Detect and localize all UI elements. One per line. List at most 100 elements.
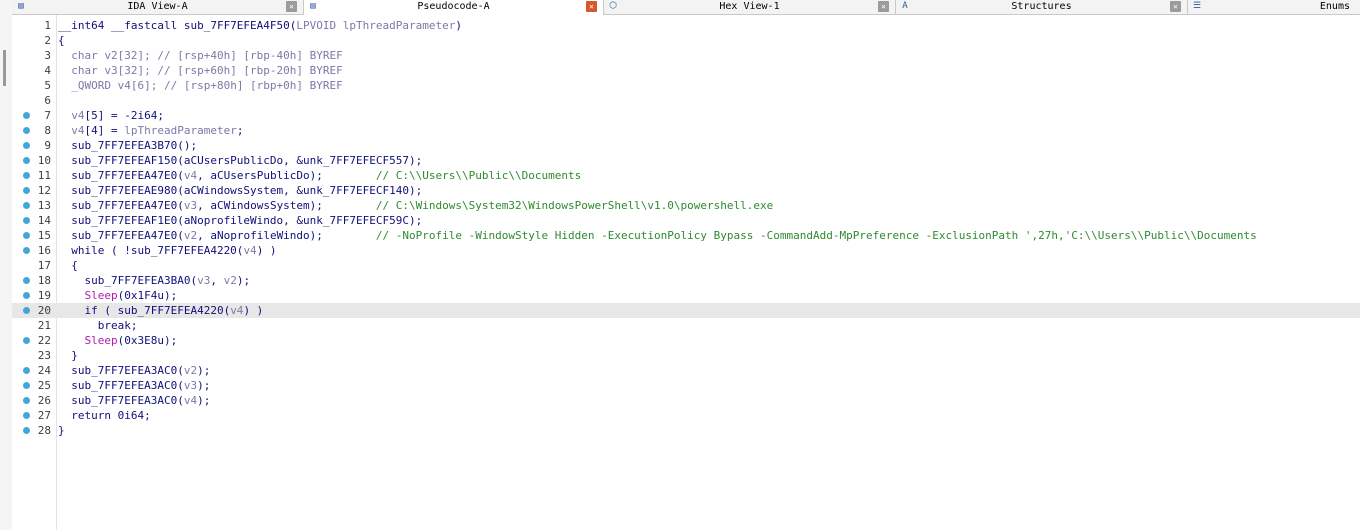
- code-text: _QWORD v4[6]; // [rsp+80h] [rbp+0h] BYRE…: [58, 79, 343, 92]
- line-number: 10: [37, 154, 51, 167]
- code-line[interactable]: 20 if ( sub_7FF7EFEA4220(v4) ): [12, 303, 1360, 318]
- code-line[interactable]: 28}: [12, 423, 1360, 438]
- tab-hex-view[interactable]: ⬡ Hex View-1 ✕: [604, 0, 896, 14]
- code-text: Sleep(0x1F4u);: [84, 289, 178, 302]
- tab-bar: ▤ IDA View-A ✕ ▤ Pseudocode-A ✕ ⬡ Hex Vi…: [12, 0, 1360, 15]
- code-text: sub_7FF7EFEA47E0(v4, aCUsersPublicDo); /…: [58, 169, 582, 182]
- line-number: 19: [37, 289, 51, 302]
- code-line[interactable]: 8 v4[4] = lpThreadParameter;: [12, 123, 1360, 138]
- line-number: 6: [44, 94, 51, 107]
- line-number: 1: [44, 19, 51, 32]
- code-text: sub_7FF7EFEA3AC0(v4);: [58, 394, 211, 407]
- line-number: 16: [37, 244, 51, 257]
- code-line[interactable]: 11 sub_7FF7EFEA47E0(v4, aCUsersPublicDo)…: [12, 168, 1360, 183]
- tab-pseudocode[interactable]: ▤ Pseudocode-A ✕: [304, 0, 604, 15]
- code-line[interactable]: 5 _QWORD v4[6]; // [rsp+80h] [rbp+0h] BY…: [12, 78, 1360, 93]
- code-line[interactable]: 18 sub_7FF7EFEA3BA0(v3, v2);: [12, 273, 1360, 288]
- code-text: sub_7FF7EFEAE980(aCWindowsSystem, &unk_7…: [58, 184, 423, 197]
- code-text: return 0i64;: [58, 409, 151, 422]
- line-number: 18: [37, 274, 51, 287]
- code-text: {: [58, 34, 65, 47]
- code-line[interactable]: 25 sub_7FF7EFEA3AC0(v3);: [12, 378, 1360, 393]
- code-line[interactable]: 3 char v2[32]; // [rsp+40h] [rbp-40h] BY…: [12, 48, 1360, 63]
- line-number: 28: [37, 424, 51, 437]
- line-number: 24: [37, 364, 51, 377]
- code-line[interactable]: 2{: [12, 33, 1360, 48]
- tab-structures[interactable]: A Structures ✕: [896, 0, 1188, 14]
- tab-ida-view[interactable]: ▤ IDA View-A ✕: [12, 0, 304, 14]
- tab-label: Pseudocode-A: [417, 1, 490, 12]
- code-line[interactable]: 14 sub_7FF7EFEAF1E0(aNoprofileWindo, &un…: [12, 213, 1360, 228]
- code-text: __int64 __fastcall sub_7FF7EFEA4F50(LPVO…: [58, 19, 462, 32]
- code-line[interactable]: 22 Sleep(0x3E8u);: [12, 333, 1360, 348]
- close-icon[interactable]: ✕: [586, 1, 597, 12]
- tab-label: IDA View-A: [127, 1, 188, 12]
- code-text: v4[4] = lpThreadParameter;: [71, 124, 244, 137]
- tab-label: Enums: [1319, 1, 1350, 12]
- code-text: }: [58, 349, 78, 362]
- code-line[interactable]: 9 sub_7FF7EFEA3B70();: [12, 138, 1360, 153]
- code-text: break;: [58, 319, 138, 332]
- code-text: sub_7FF7EFEA3AC0(v3);: [58, 379, 211, 392]
- tab-label: Structures: [1011, 1, 1072, 12]
- line-number: 2: [44, 34, 51, 47]
- code-text: {: [58, 259, 78, 272]
- code-line[interactable]: 26 sub_7FF7EFEA3AC0(v4);: [12, 393, 1360, 408]
- line-number: 3: [44, 49, 51, 62]
- code-text: while ( !sub_7FF7EFEA4220(v4) ): [58, 244, 277, 257]
- code-text: char v3[32]; // [rsp+60h] [rbp-20h] BYRE…: [58, 64, 343, 77]
- line-number: 12: [37, 184, 51, 197]
- line-number: 15: [37, 229, 51, 242]
- line-number: 21: [37, 319, 51, 332]
- line-number: 23: [37, 349, 51, 362]
- line-number: 9: [44, 139, 51, 152]
- line-number: 7: [44, 109, 51, 122]
- line-number: 8: [44, 124, 51, 137]
- line-number: 26: [37, 394, 51, 407]
- code-text: sub_7FF7EFEA3AC0(v2);: [58, 364, 211, 377]
- code-text: sub_7FF7EFEAF1E0(aNoprofileWindo, &unk_7…: [58, 214, 423, 227]
- line-number: 11: [37, 169, 51, 182]
- code-text: sub_7FF7EFEA47E0(v2, aNoprofileWindo); /…: [58, 229, 1257, 242]
- code-line[interactable]: 6: [12, 93, 1360, 108]
- tab-label: Hex View-1: [719, 1, 780, 12]
- line-number: 25: [37, 379, 51, 392]
- line-number: 4: [44, 64, 51, 77]
- line-number: 22: [37, 334, 51, 347]
- code-line[interactable]: 19 Sleep(0x1F4u);: [12, 288, 1360, 303]
- code-line[interactable]: 1 __int64 __fastcall sub_7FF7EFEA4F50(LPV…: [12, 18, 1360, 33]
- line-number: 20: [37, 304, 51, 317]
- code-line[interactable]: 27 return 0i64;: [12, 408, 1360, 423]
- code-line[interactable]: 12 sub_7FF7EFEAE980(aCWindowsSystem, &un…: [12, 183, 1360, 198]
- code-text: sub_7FF7EFEA47E0(v3, aCWindowsSystem); /…: [58, 199, 774, 212]
- code-line[interactable]: 16 while ( !sub_7FF7EFEA4220(v4) ): [12, 243, 1360, 258]
- code-line[interactable]: 23 }: [12, 348, 1360, 363]
- line-number: 17: [37, 259, 51, 272]
- code-text: sub_7FF7EFEA3BA0(v3, v2);: [58, 274, 251, 287]
- code-line[interactable]: 21 break;: [12, 318, 1360, 333]
- code-line[interactable]: 13 sub_7FF7EFEA47E0(v3, aCWindowsSystem)…: [12, 198, 1360, 213]
- code-line[interactable]: 17 {: [12, 258, 1360, 273]
- line-number: 5: [44, 79, 51, 92]
- close-icon[interactable]: ✕: [878, 1, 889, 12]
- code-text: sub_7FF7EFEAF150(aCUsersPublicDo, &unk_7…: [58, 154, 423, 167]
- code-line[interactable]: 4 char v3[32]; // [rsp+60h] [rbp-20h] BY…: [12, 63, 1360, 78]
- code-text: Sleep(0x3E8u);: [84, 334, 178, 347]
- code-line[interactable]: 7 v4[5] = -2i64;: [12, 108, 1360, 123]
- pseudocode-editor[interactable]: 1 __int64 __fastcall sub_7FF7EFEA4F50(LPV…: [12, 15, 1360, 530]
- code-text: sub_7FF7EFEA3B70();: [58, 139, 198, 152]
- code-line[interactable]: 24 sub_7FF7EFEA3AC0(v2);: [12, 363, 1360, 378]
- scrollbar-thumb[interactable]: [3, 50, 6, 86]
- code-text: }: [58, 424, 65, 437]
- line-number: 13: [37, 199, 51, 212]
- tab-enums[interactable]: ☰ Enums: [1188, 0, 1360, 14]
- code-text: v4[5] = -2i64;: [71, 109, 164, 122]
- line-number: 27: [37, 409, 51, 422]
- code-line[interactable]: 10 sub_7FF7EFEAF150(aCUsersPublicDo, &un…: [12, 153, 1360, 168]
- code-text: if ( sub_7FF7EFEA4220(v4) ): [58, 304, 264, 317]
- close-icon[interactable]: ✕: [1170, 1, 1181, 12]
- code-line[interactable]: 15 sub_7FF7EFEA47E0(v2, aNoprofileWindo)…: [12, 228, 1360, 243]
- code-text: char v2[32]; // [rsp+40h] [rbp-40h] BYRE…: [58, 49, 343, 62]
- line-number: 14: [37, 214, 51, 227]
- close-icon[interactable]: ✕: [286, 1, 297, 12]
